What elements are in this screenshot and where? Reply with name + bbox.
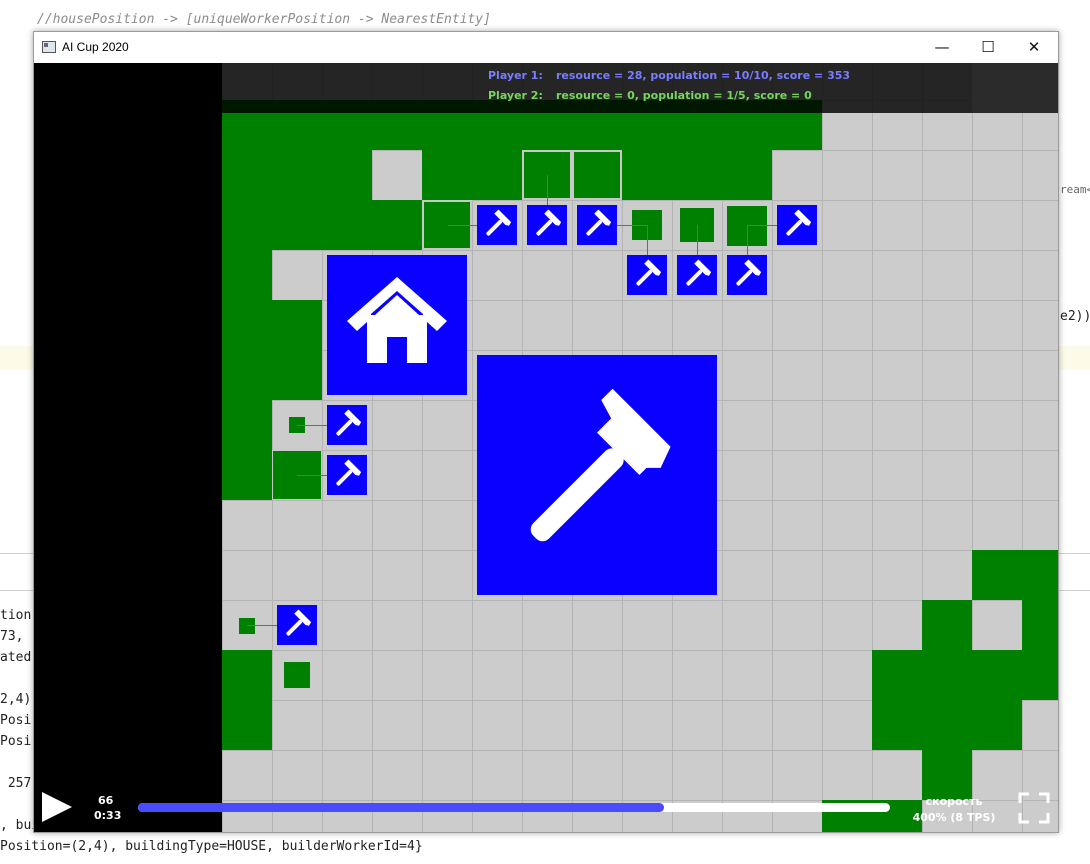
hammer-icon bbox=[536, 209, 562, 236]
house-icon bbox=[347, 277, 447, 363]
builder-unit[interactable] bbox=[527, 205, 567, 245]
console-line: 2,4) bbox=[0, 692, 32, 707]
maximize-button[interactable]: ☐ bbox=[965, 32, 1011, 63]
game-window: AI Cup 2020 — ☐ ✕ Player 1: resource = 2… bbox=[33, 31, 1059, 833]
game-board[interactable] bbox=[222, 63, 1058, 832]
resource-tile bbox=[284, 662, 310, 688]
builder-unit[interactable] bbox=[327, 405, 367, 445]
console-line: tion bbox=[0, 608, 32, 623]
builder-unit[interactable] bbox=[627, 255, 667, 295]
resource-tile bbox=[922, 600, 972, 650]
hammer-icon bbox=[336, 459, 362, 486]
scoreboard: Player 1: resource = 28, population = 10… bbox=[222, 63, 972, 113]
resource-tile bbox=[1022, 600, 1058, 650]
speed-value[interactable]: 400% (8 TPS) bbox=[902, 811, 1006, 824]
player-2-label: Player 2: bbox=[488, 89, 543, 102]
builder-base-building[interactable] bbox=[477, 355, 717, 595]
playback-controls: 66 0:33 скорость 400% (8 TPS) bbox=[34, 763, 1058, 832]
hammer-icon bbox=[486, 209, 512, 236]
console-line: Position=(2,4), buildingType=HOUSE, buil… bbox=[0, 839, 423, 854]
resource-tile bbox=[872, 700, 1022, 750]
ide-code-fragment: e2)); bbox=[1060, 309, 1090, 324]
harvest-marker bbox=[572, 150, 622, 200]
app-icon bbox=[42, 41, 56, 53]
play-button[interactable] bbox=[42, 792, 72, 822]
builder-unit[interactable] bbox=[577, 205, 617, 245]
resource-tile bbox=[222, 400, 272, 500]
hammer-icon bbox=[636, 259, 662, 286]
player-2-stats: resource = 0, population = 1/5, score = … bbox=[556, 89, 812, 102]
tick-counter: 66 bbox=[98, 794, 114, 807]
resource-tile bbox=[222, 150, 372, 200]
console-line: Posi bbox=[0, 734, 32, 749]
console-line: ated bbox=[0, 650, 32, 665]
window-title: AI Cup 2020 bbox=[62, 40, 129, 54]
ide-code-fragment: ream< bbox=[1060, 183, 1090, 196]
house-building[interactable] bbox=[327, 255, 467, 395]
ide-code-comment: //housePosition -> [uniqueWorkerPosition… bbox=[37, 12, 491, 27]
resource-tile bbox=[872, 650, 1058, 700]
console-line: Posi bbox=[0, 713, 32, 728]
fullscreen-icon[interactable] bbox=[1018, 792, 1050, 824]
hammer-icon bbox=[686, 259, 712, 286]
progress-fill bbox=[138, 803, 665, 812]
minimize-button[interactable]: — bbox=[919, 32, 965, 63]
hammer-icon bbox=[586, 209, 612, 236]
resource-tile bbox=[222, 250, 272, 300]
hammer-icon bbox=[736, 259, 762, 286]
resource-tile bbox=[222, 300, 322, 400]
hammer-icon bbox=[786, 209, 812, 236]
close-button[interactable]: ✕ bbox=[1011, 32, 1057, 63]
progress-slider[interactable] bbox=[138, 803, 890, 812]
scoreboard-edge bbox=[972, 63, 1058, 113]
player-1-stats: resource = 28, population = 10/10, score… bbox=[556, 69, 851, 82]
builder-unit[interactable] bbox=[277, 605, 317, 645]
builder-unit[interactable] bbox=[777, 205, 817, 245]
title-bar[interactable]: AI Cup 2020 — ☐ ✕ bbox=[34, 32, 1058, 63]
speed-label: скорость bbox=[925, 795, 983, 808]
hammer-icon bbox=[530, 388, 671, 542]
hammer-icon bbox=[336, 409, 362, 436]
builder-unit[interactable] bbox=[327, 455, 367, 495]
console-line: 73, bbox=[0, 629, 24, 644]
player-1-label: Player 1: bbox=[488, 69, 543, 82]
resource-tile bbox=[972, 550, 1058, 600]
time-display: 0:33 bbox=[94, 809, 122, 822]
game-viewport[interactable]: Player 1: resource = 28, population = 10… bbox=[34, 63, 1058, 832]
builder-unit[interactable] bbox=[677, 255, 717, 295]
hammer-icon bbox=[286, 609, 312, 636]
resource-tile bbox=[239, 618, 255, 634]
console-line: 257 bbox=[0, 776, 32, 791]
builder-unit[interactable] bbox=[477, 205, 517, 245]
resource-tile bbox=[222, 650, 272, 750]
builder-unit[interactable] bbox=[727, 255, 767, 295]
